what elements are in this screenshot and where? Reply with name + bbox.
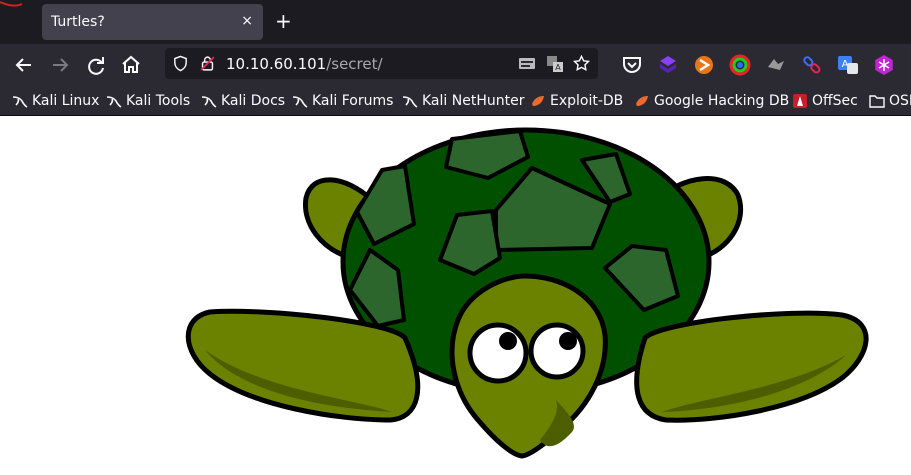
- bookmark-kali-nethunter[interactable]: Kali NetHunter: [402, 91, 524, 111]
- bookmark-osi-folder[interactable]: OSI: [869, 91, 911, 111]
- right-eye: [528, 322, 586, 380]
- bookmark-kali-forums[interactable]: Kali Forums: [292, 91, 393, 111]
- exploit-db-icon: [532, 96, 544, 106]
- tab-close-icon[interactable]: ×: [241, 13, 253, 29]
- bookmark-kali-docs[interactable]: Kali Docs: [201, 91, 285, 111]
- bookmarks-toolbar: Kali Linux Kali Tools Kali Docs Kali For…: [0, 86, 911, 116]
- kali-dragon-icon: [12, 96, 28, 108]
- bookmark-google-hacking-db[interactable]: Google Hacking DB: [634, 91, 789, 111]
- link-extension-icon[interactable]: [800, 53, 824, 77]
- bookmark-label: Kali Forums: [312, 93, 394, 109]
- page-content: [0, 116, 911, 475]
- offsec-icon: [793, 94, 807, 108]
- bookmark-star-icon[interactable]: [572, 54, 591, 73]
- extension-purple-icon[interactable]: [656, 53, 680, 77]
- forward-icon[interactable]: [48, 53, 72, 77]
- home-icon[interactable]: [119, 53, 143, 77]
- back-icon[interactable]: [12, 53, 36, 77]
- turtle-image: [185, 127, 869, 459]
- kali-dragon-icon: [402, 96, 418, 108]
- tab-active[interactable]: Turtles? ×: [42, 4, 263, 40]
- right-pupil: [559, 332, 577, 350]
- kali-dragon-icon: [201, 96, 217, 108]
- url-path: /secret/: [326, 55, 383, 73]
- left-eye: [467, 322, 529, 384]
- bookmark-kali-tools[interactable]: Kali Tools: [106, 91, 190, 111]
- url-text[interactable]: 10.10.60.101/secret/: [226, 55, 383, 73]
- left-pupil: [499, 332, 517, 350]
- wappalyzer-icon[interactable]: [764, 53, 788, 77]
- bookmark-label: Kali Docs: [221, 93, 286, 109]
- exploit-db-icon: [636, 96, 648, 106]
- extension-magenta-icon[interactable]: [872, 53, 896, 77]
- bookmark-kali-linux[interactable]: Kali Linux: [12, 91, 99, 111]
- url-bar[interactable]: 10.10.60.101/secret/ A: [165, 48, 598, 79]
- window-accent: [0, 1, 23, 7]
- new-tab-button[interactable]: +: [275, 9, 292, 33]
- right-flipper: [634, 310, 869, 423]
- bookmark-label: Kali NetHunter: [422, 93, 525, 109]
- bookmark-offsec[interactable]: OffSec: [792, 91, 858, 111]
- folder-icon: [869, 95, 885, 108]
- bookmark-label: Kali Linux: [32, 93, 100, 109]
- nav-toolbar: 10.10.60.101/secret/ A A: [0, 44, 911, 86]
- bookmark-label: OffSec: [812, 93, 858, 109]
- bookmark-exploit-db[interactable]: Exploit-DB: [530, 91, 623, 111]
- tab-title: Turtles?: [51, 14, 105, 30]
- shield-icon[interactable]: [172, 55, 189, 72]
- bookmark-label: Exploit-DB: [550, 93, 624, 109]
- tab-bar: Turtles? × +: [0, 0, 911, 44]
- color-picker-icon[interactable]: [728, 53, 752, 77]
- reader-view-icon[interactable]: [518, 56, 536, 72]
- translate-icon[interactable]: A: [546, 55, 564, 73]
- kali-dragon-icon: [106, 96, 122, 108]
- translate-extension-icon[interactable]: A: [836, 53, 860, 77]
- reload-icon[interactable]: [84, 53, 108, 77]
- url-host: 10.10.60.101: [226, 55, 327, 73]
- kali-dragon-icon: [292, 96, 308, 108]
- burp-extension-icon[interactable]: [692, 53, 716, 77]
- insecure-lock-icon[interactable]: [199, 55, 216, 72]
- bookmark-label: Google Hacking DB: [654, 93, 790, 109]
- bookmark-label: Kali Tools: [126, 93, 191, 109]
- pocket-icon[interactable]: [620, 53, 644, 77]
- bookmark-label: OSI: [889, 93, 911, 109]
- svg-text:A: A: [555, 63, 561, 72]
